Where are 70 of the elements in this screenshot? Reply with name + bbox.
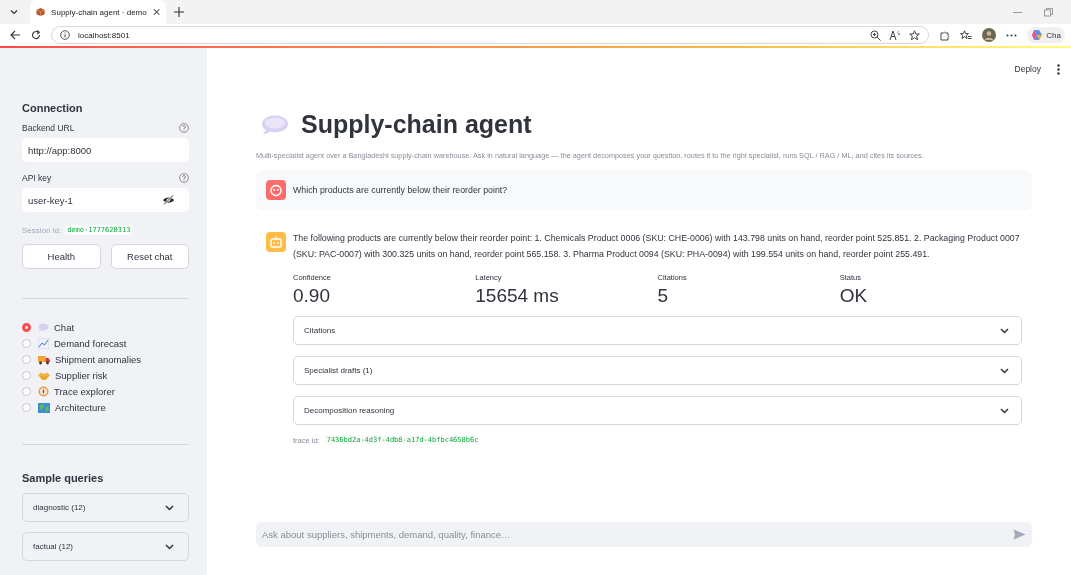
expander[interactable]: Citations — [293, 316, 1022, 345]
sidebar-button[interactable]: Reset chat — [110, 244, 189, 269]
radio-button[interactable] — [22, 403, 31, 412]
nav-label: Trace explorer — [54, 386, 115, 397]
more-menu-icon[interactable] — [1057, 63, 1060, 75]
chevron-icon — [165, 543, 174, 550]
nav-label: Supplier risk — [55, 370, 108, 381]
metric-value: 0.90 — [293, 285, 331, 307]
more-icon[interactable] — [1006, 33, 1018, 37]
chat-input[interactable]: Ask about suppliers, shipments, demand, quality, finance… — [256, 522, 1032, 547]
compass-icon — [38, 386, 49, 397]
reload-icon[interactable] — [31, 30, 41, 40]
speech-bubble-icon — [261, 113, 289, 136]
box-icon — [36, 7, 46, 17]
section-title: Connection — [22, 102, 84, 114]
radio-button[interactable] — [22, 355, 31, 364]
avatar-icon[interactable] — [982, 28, 997, 42]
message-text: The following products are currently below their reorder point: 1. Chemicals Product 0006 (SKU: CHE-0006) with 143.798 units on hand, reorder point 525.851. 2. Packaging Product 0007 (SKU: PAC-0007) with 300.325 units on hand, reorder point 565.158. 3. Pharma Product 0094 (SKU: PHA-0094) with 199.554 units on hand, reorder point 255.491. — [293, 232, 1021, 261]
help-icon[interactable] — [179, 123, 189, 133]
expander[interactable]: factual (12) — [22, 532, 189, 561]
nav-label: Demand forecast — [54, 338, 127, 349]
expander[interactable]: diagnostic (12) — [22, 493, 189, 522]
chevron-icon — [1000, 407, 1009, 414]
close-icon[interactable] — [152, 8, 160, 16]
eye-slash-icon[interactable] — [162, 195, 175, 205]
input-field[interactable]: http://app:8000 — [22, 138, 189, 162]
radio-button[interactable] — [22, 323, 31, 332]
input-field[interactable]: user-key-1 — [22, 188, 189, 212]
extensions-icon[interactable] — [939, 29, 951, 41]
restore-icon[interactable] — [1044, 7, 1053, 17]
nav-label: Architecture — [55, 402, 106, 413]
copilot-logo[interactable] — [1031, 29, 1044, 41]
radio-button[interactable] — [22, 371, 31, 380]
favorites-icon[interactable] — [960, 29, 973, 41]
chevron-icon — [1000, 367, 1009, 374]
user-avatar-icon — [266, 180, 286, 200]
nav-label: Chat — [54, 322, 75, 333]
metric-value: OK — [839, 285, 869, 307]
map-icon — [38, 402, 50, 413]
nav-label: Shipment anomalies — [55, 354, 142, 365]
truck-icon — [38, 354, 50, 365]
handshake-icon — [38, 370, 50, 381]
deploy-button[interactable]: Deploy — [1012, 62, 1043, 76]
chart-icon — [38, 338, 49, 349]
radio-button[interactable] — [22, 387, 31, 396]
help-icon[interactable] — [179, 173, 189, 183]
section-title: Sample queries — [22, 472, 105, 484]
new-tab-icon[interactable] — [174, 7, 184, 17]
expander[interactable]: Decomposition reasoning — [293, 396, 1022, 425]
speech-bubble-icon — [38, 323, 49, 332]
session-label: Session id: — [22, 225, 62, 235]
field-label: Backend URL — [22, 123, 75, 133]
metric-value: 15654 ms — [475, 285, 560, 307]
chevron-icon[interactable] — [9, 7, 19, 17]
robot-avatar-icon — [266, 232, 286, 252]
star-icon[interactable] — [909, 29, 921, 41]
info-icon — [60, 30, 70, 40]
field-label: API key — [22, 173, 52, 183]
chevron-icon — [165, 504, 174, 511]
metric-value: 5 — [657, 285, 670, 307]
message-text: Which products are currently below their reorder point? — [293, 184, 509, 197]
page-title: Supply-chain agent — [301, 110, 532, 139]
expander[interactable]: Specialist drafts (1) — [293, 356, 1022, 385]
chevron-icon — [1000, 327, 1009, 334]
radio-button[interactable] — [22, 339, 31, 348]
back-icon[interactable] — [10, 30, 21, 40]
browser-tab[interactable]: Supply-chain agent · demo — [30, 0, 166, 24]
zoom-icon[interactable] — [870, 29, 882, 41]
sidebar-button[interactable]: Health — [22, 244, 101, 269]
read-aloud-icon[interactable] — [889, 29, 902, 41]
